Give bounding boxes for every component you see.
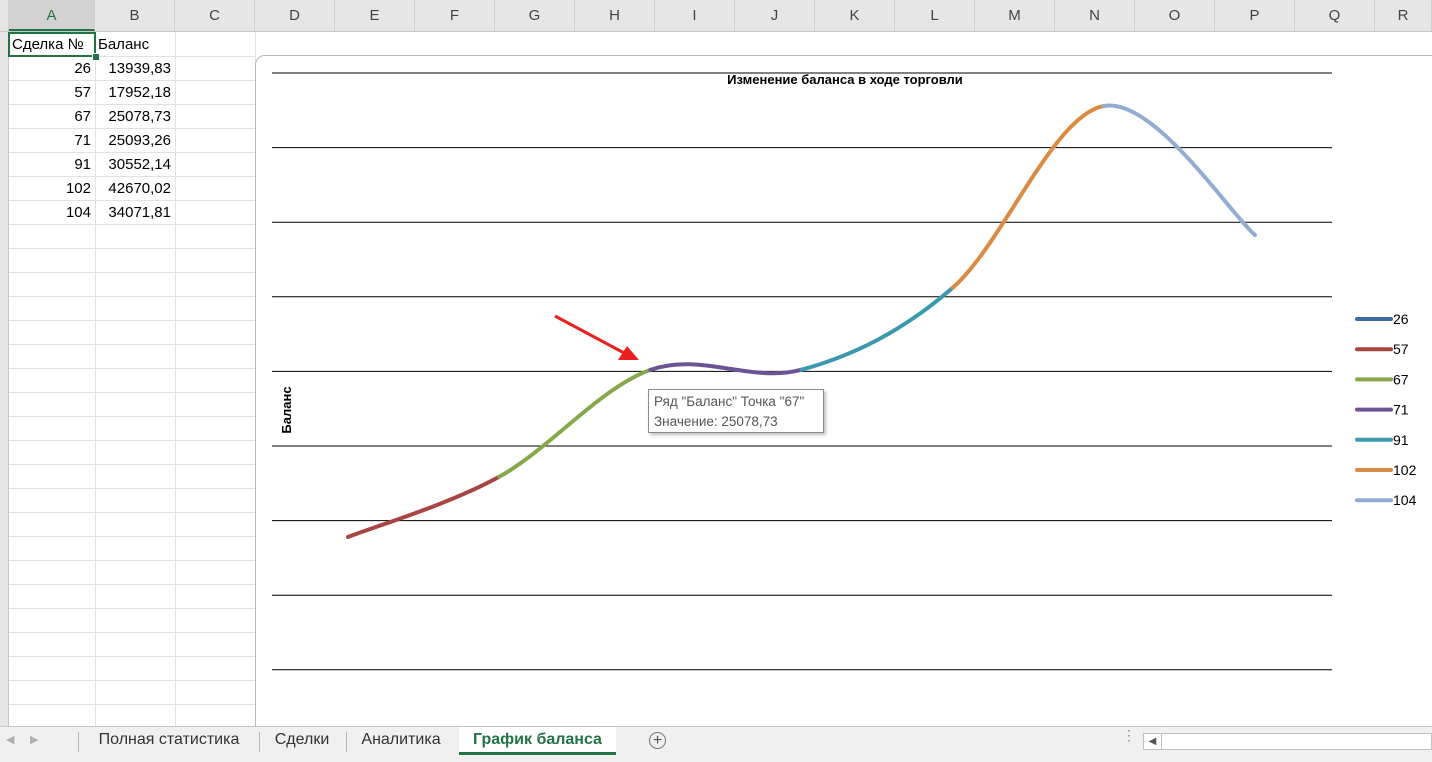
column-header-h[interactable]: H bbox=[575, 0, 655, 31]
row-gridline bbox=[9, 296, 255, 297]
balance-cell[interactable]: 25093,26 bbox=[95, 129, 175, 152]
splitter-handle-icon[interactable]: ⋮ bbox=[1122, 728, 1136, 742]
column-header-p[interactable]: P bbox=[1215, 0, 1295, 31]
tab-separator bbox=[259, 732, 260, 752]
sheet-tab-bar: ◀ ▶ Полная статистика Сделки Аналитика Г… bbox=[0, 726, 1432, 762]
column-header-r[interactable]: R bbox=[1375, 0, 1432, 31]
tab-separator bbox=[78, 732, 79, 752]
sheet-tab-deals[interactable]: Сделки bbox=[264, 727, 340, 755]
tooltip-value: Значение: 25078,73 bbox=[654, 414, 778, 429]
row-gridline bbox=[9, 704, 255, 705]
balance-cell[interactable]: 42670,02 bbox=[95, 177, 175, 200]
row-header-strip[interactable] bbox=[0, 32, 9, 726]
tab-separator bbox=[346, 732, 347, 752]
row-gridline bbox=[9, 560, 255, 561]
column-header-n[interactable]: N bbox=[1055, 0, 1135, 31]
balance-cell[interactable]: 17952,18 bbox=[95, 81, 175, 104]
column-header-k[interactable]: K bbox=[815, 0, 895, 31]
row-gridline bbox=[9, 680, 255, 681]
column-header-o[interactable]: O bbox=[1135, 0, 1215, 31]
add-sheet-icon[interactable]: + bbox=[649, 732, 666, 749]
row-gridline bbox=[9, 608, 255, 609]
column-header-g[interactable]: G bbox=[495, 0, 575, 31]
balance-cell[interactable]: 13939,83 bbox=[95, 57, 175, 80]
column-header-c[interactable]: C bbox=[175, 0, 255, 31]
chart-container[interactable] bbox=[255, 55, 1432, 745]
deal-cell[interactable]: 67 bbox=[9, 105, 95, 128]
scroll-left-icon[interactable]: ◀ bbox=[1144, 734, 1162, 749]
balance-cell[interactable]: 25078,73 bbox=[95, 105, 175, 128]
column-header-i[interactable]: I bbox=[655, 0, 735, 31]
column-header-q[interactable]: Q bbox=[1295, 0, 1375, 31]
row-gridline bbox=[9, 536, 255, 537]
row-gridline bbox=[9, 368, 255, 369]
column-header-row: A B C D E F G H I J K L M N O P Q R bbox=[0, 0, 1432, 32]
row-gridline bbox=[9, 464, 255, 465]
row-gridline bbox=[9, 440, 255, 441]
scroll-tabs-left-icon[interactable]: ◀ bbox=[6, 733, 14, 746]
row-gridline bbox=[9, 416, 255, 417]
column-header-j[interactable]: J bbox=[735, 0, 815, 31]
column-gridline bbox=[175, 32, 176, 726]
column-header-f[interactable]: F bbox=[415, 0, 495, 31]
row-gridline bbox=[9, 224, 255, 225]
deal-cell[interactable]: 57 bbox=[9, 81, 95, 104]
row-gridline bbox=[9, 488, 255, 489]
row-gridline bbox=[9, 632, 255, 633]
data-point-tooltip: Ряд "Баланс" Точка "67" Значение: 25078,… bbox=[648, 389, 824, 433]
active-cell-border bbox=[8, 32, 96, 57]
row-gridline bbox=[9, 392, 255, 393]
deal-cell[interactable]: 102 bbox=[9, 177, 95, 200]
row-gridline bbox=[9, 584, 255, 585]
row-gridline bbox=[9, 344, 255, 345]
sheet-tab-full-stats[interactable]: Полная статистика bbox=[84, 727, 254, 755]
row-gridline bbox=[9, 512, 255, 513]
deal-cell[interactable]: 26 bbox=[9, 57, 95, 80]
balance-cell[interactable]: 30552,14 bbox=[95, 153, 175, 176]
scroll-tabs-right-icon[interactable]: ▶ bbox=[30, 733, 38, 746]
select-all-corner[interactable] bbox=[0, 0, 9, 31]
deal-cell[interactable]: 91 bbox=[9, 153, 95, 176]
horizontal-scrollbar[interactable]: ◀ bbox=[1143, 733, 1432, 750]
column-header-b[interactable]: B bbox=[95, 0, 175, 31]
row-gridline bbox=[9, 272, 255, 273]
tooltip-series-point: Ряд "Баланс" Точка "67" bbox=[654, 394, 805, 409]
deal-cell[interactable]: 104 bbox=[9, 201, 95, 224]
sheet-tab-analytics[interactable]: Аналитика bbox=[351, 727, 451, 755]
sheet-tab-balance-chart[interactable]: График баланса bbox=[459, 727, 616, 755]
column-header-d[interactable]: D bbox=[255, 0, 335, 31]
row-gridline bbox=[9, 248, 255, 249]
row-gridline bbox=[9, 320, 255, 321]
row-gridline bbox=[9, 656, 255, 657]
header-cell-balance[interactable]: Баланс bbox=[95, 33, 175, 56]
column-header-e[interactable]: E bbox=[335, 0, 415, 31]
column-header-a[interactable]: A bbox=[9, 0, 95, 31]
fill-handle[interactable] bbox=[92, 53, 100, 61]
balance-cell[interactable]: 34071,81 bbox=[95, 201, 175, 224]
deal-cell[interactable]: 71 bbox=[9, 129, 95, 152]
column-header-l[interactable]: L bbox=[895, 0, 975, 31]
column-header-m[interactable]: M bbox=[975, 0, 1055, 31]
